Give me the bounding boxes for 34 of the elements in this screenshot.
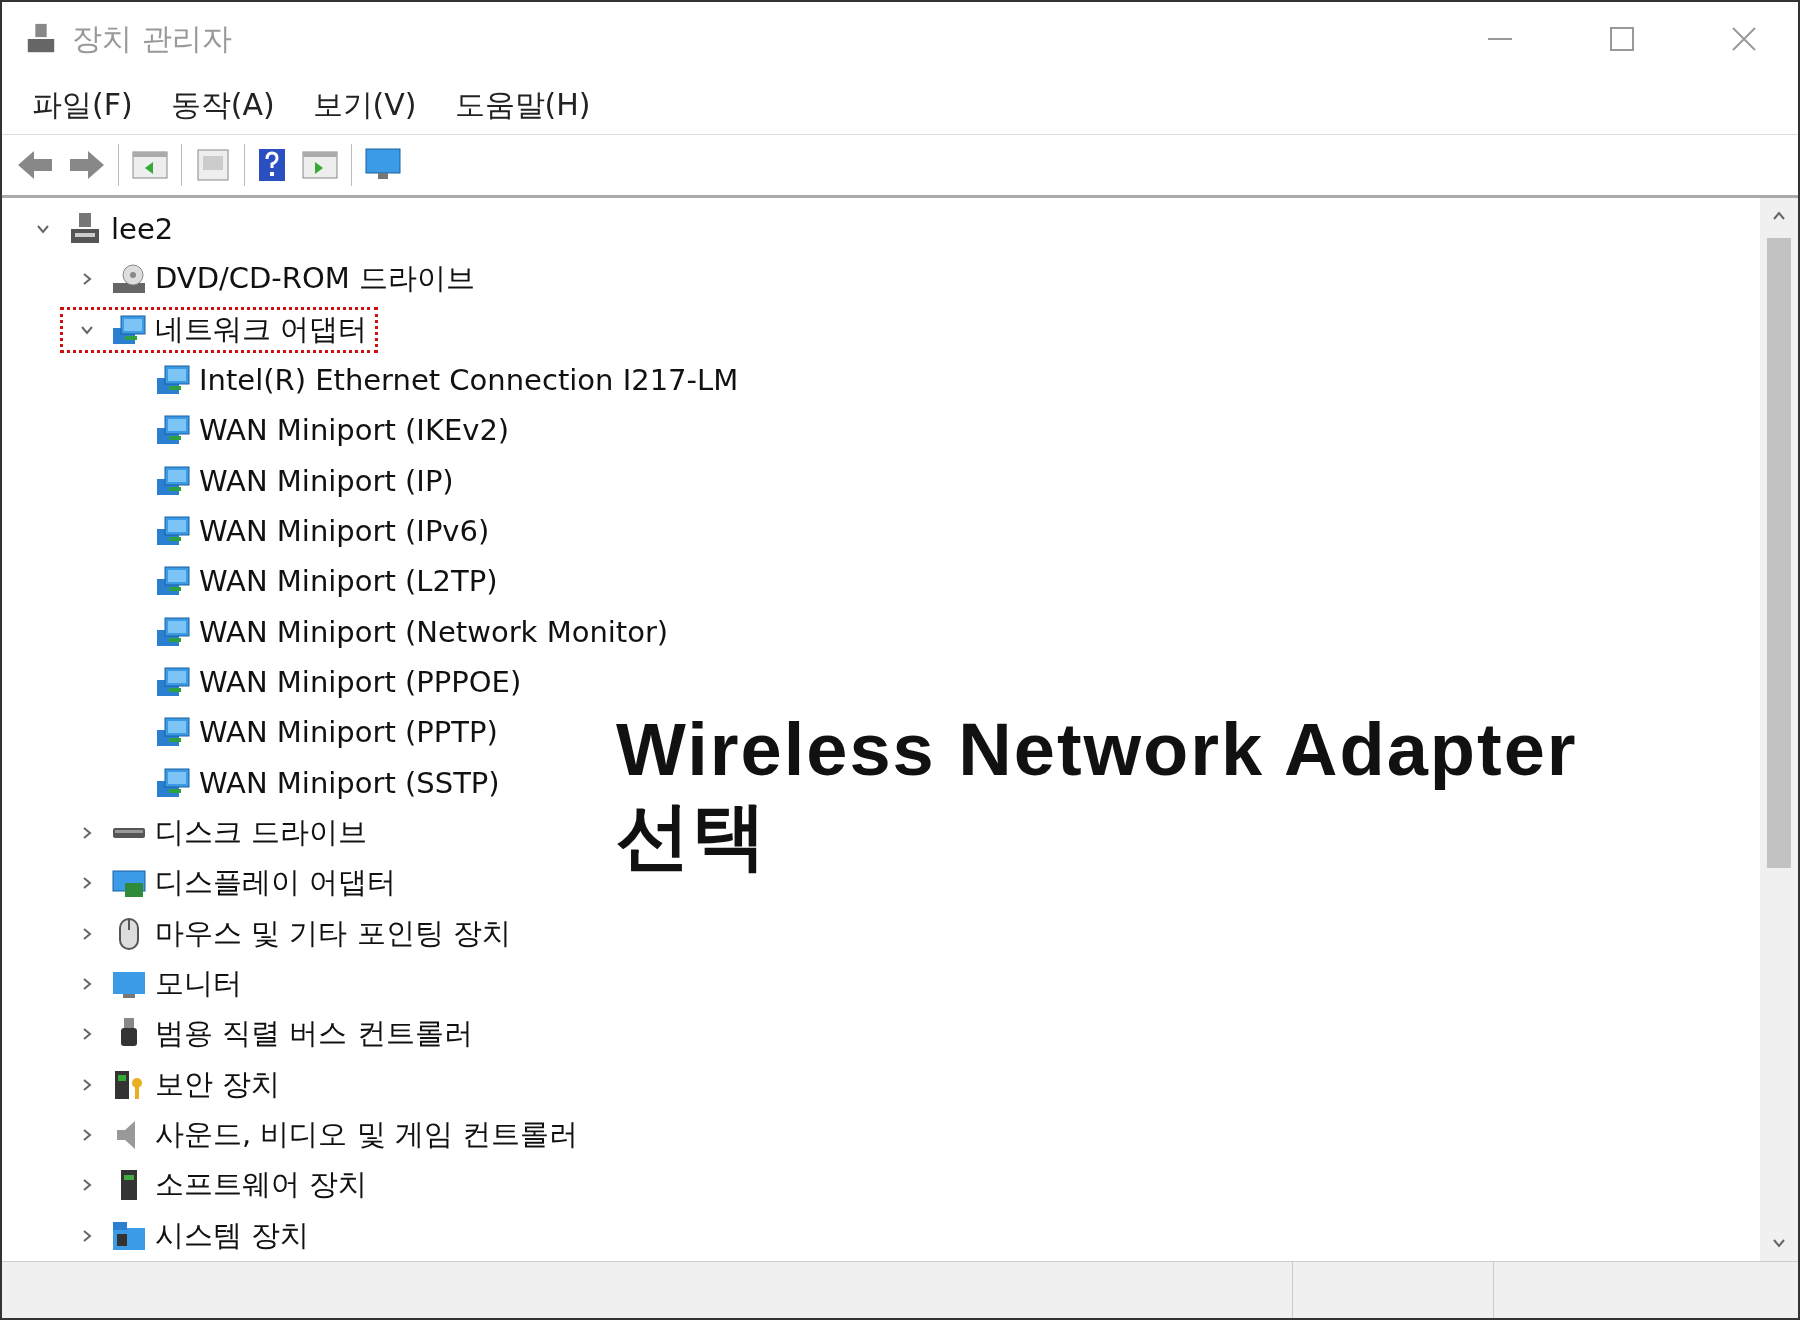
annotation-text: Wireless Network Adapter [616, 707, 1578, 793]
menu-item[interactable]: 파일(F) [16, 80, 149, 130]
tree-item[interactable]: WAN Miniport (PPPOE) [199, 665, 522, 700]
tree-item[interactable]: WAN Miniport (IPv6) [199, 514, 490, 549]
minimize-icon [1488, 38, 1512, 40]
tree-item[interactable]: 디스플레이 어댑터 [155, 863, 397, 904]
annotation-text: 선택 [616, 793, 768, 879]
tree-item[interactable]: Intel(R) Ethernet Connection I217-LM [199, 363, 739, 398]
tree-item[interactable]: 범용 직렬 버스 컨트롤러 [155, 1014, 473, 1055]
tree-item[interactable]: WAN Miniport (SSTP) [199, 765, 500, 800]
tree-item[interactable]: WAN Miniport (IP) [199, 463, 454, 498]
tree-item[interactable]: 모니터 [155, 964, 242, 1005]
tree-item[interactable]: 보안 장치 [155, 1064, 281, 1105]
scrollbar[interactable] [1760, 198, 1798, 1261]
tree-item[interactable]: 시스템 장치 [155, 1215, 310, 1256]
tree-item[interactable]: WAN Miniport (Network Monitor) [199, 614, 669, 649]
tree-item[interactable]: 소프트웨어 장치 [155, 1165, 368, 1206]
tree-item[interactable]: lee2 [111, 212, 174, 247]
scroll-thumb[interactable] [1767, 238, 1791, 868]
menu-item[interactable]: 도움말(H) [438, 80, 607, 130]
close-icon [1732, 27, 1756, 51]
tree-item[interactable]: 네트워크 어댑터 [155, 309, 368, 350]
window-title: 장치 관리자 [72, 19, 233, 58]
disk-drive-icon [111, 826, 147, 841]
tree-item[interactable]: WAN Miniport (PPTP) [199, 715, 498, 750]
menu-item[interactable]: 동작(A) [154, 80, 291, 130]
tree-item[interactable]: DVD/CD-ROM 드라이브 [155, 259, 476, 300]
tree-item[interactable]: 마우스 및 기타 포인팅 장치 [155, 913, 511, 954]
tree-item[interactable]: 디스크 드라이브 [155, 813, 368, 854]
maximize-icon [1610, 27, 1634, 51]
tree-item[interactable]: WAN Miniport (IKEv2) [199, 413, 510, 448]
tree-item[interactable]: 사운드, 비디오 및 게임 컨트롤러 [155, 1115, 579, 1156]
tree-item[interactable]: WAN Miniport (L2TP) [199, 564, 498, 599]
menu-item[interactable]: 보기(V) [296, 80, 433, 130]
